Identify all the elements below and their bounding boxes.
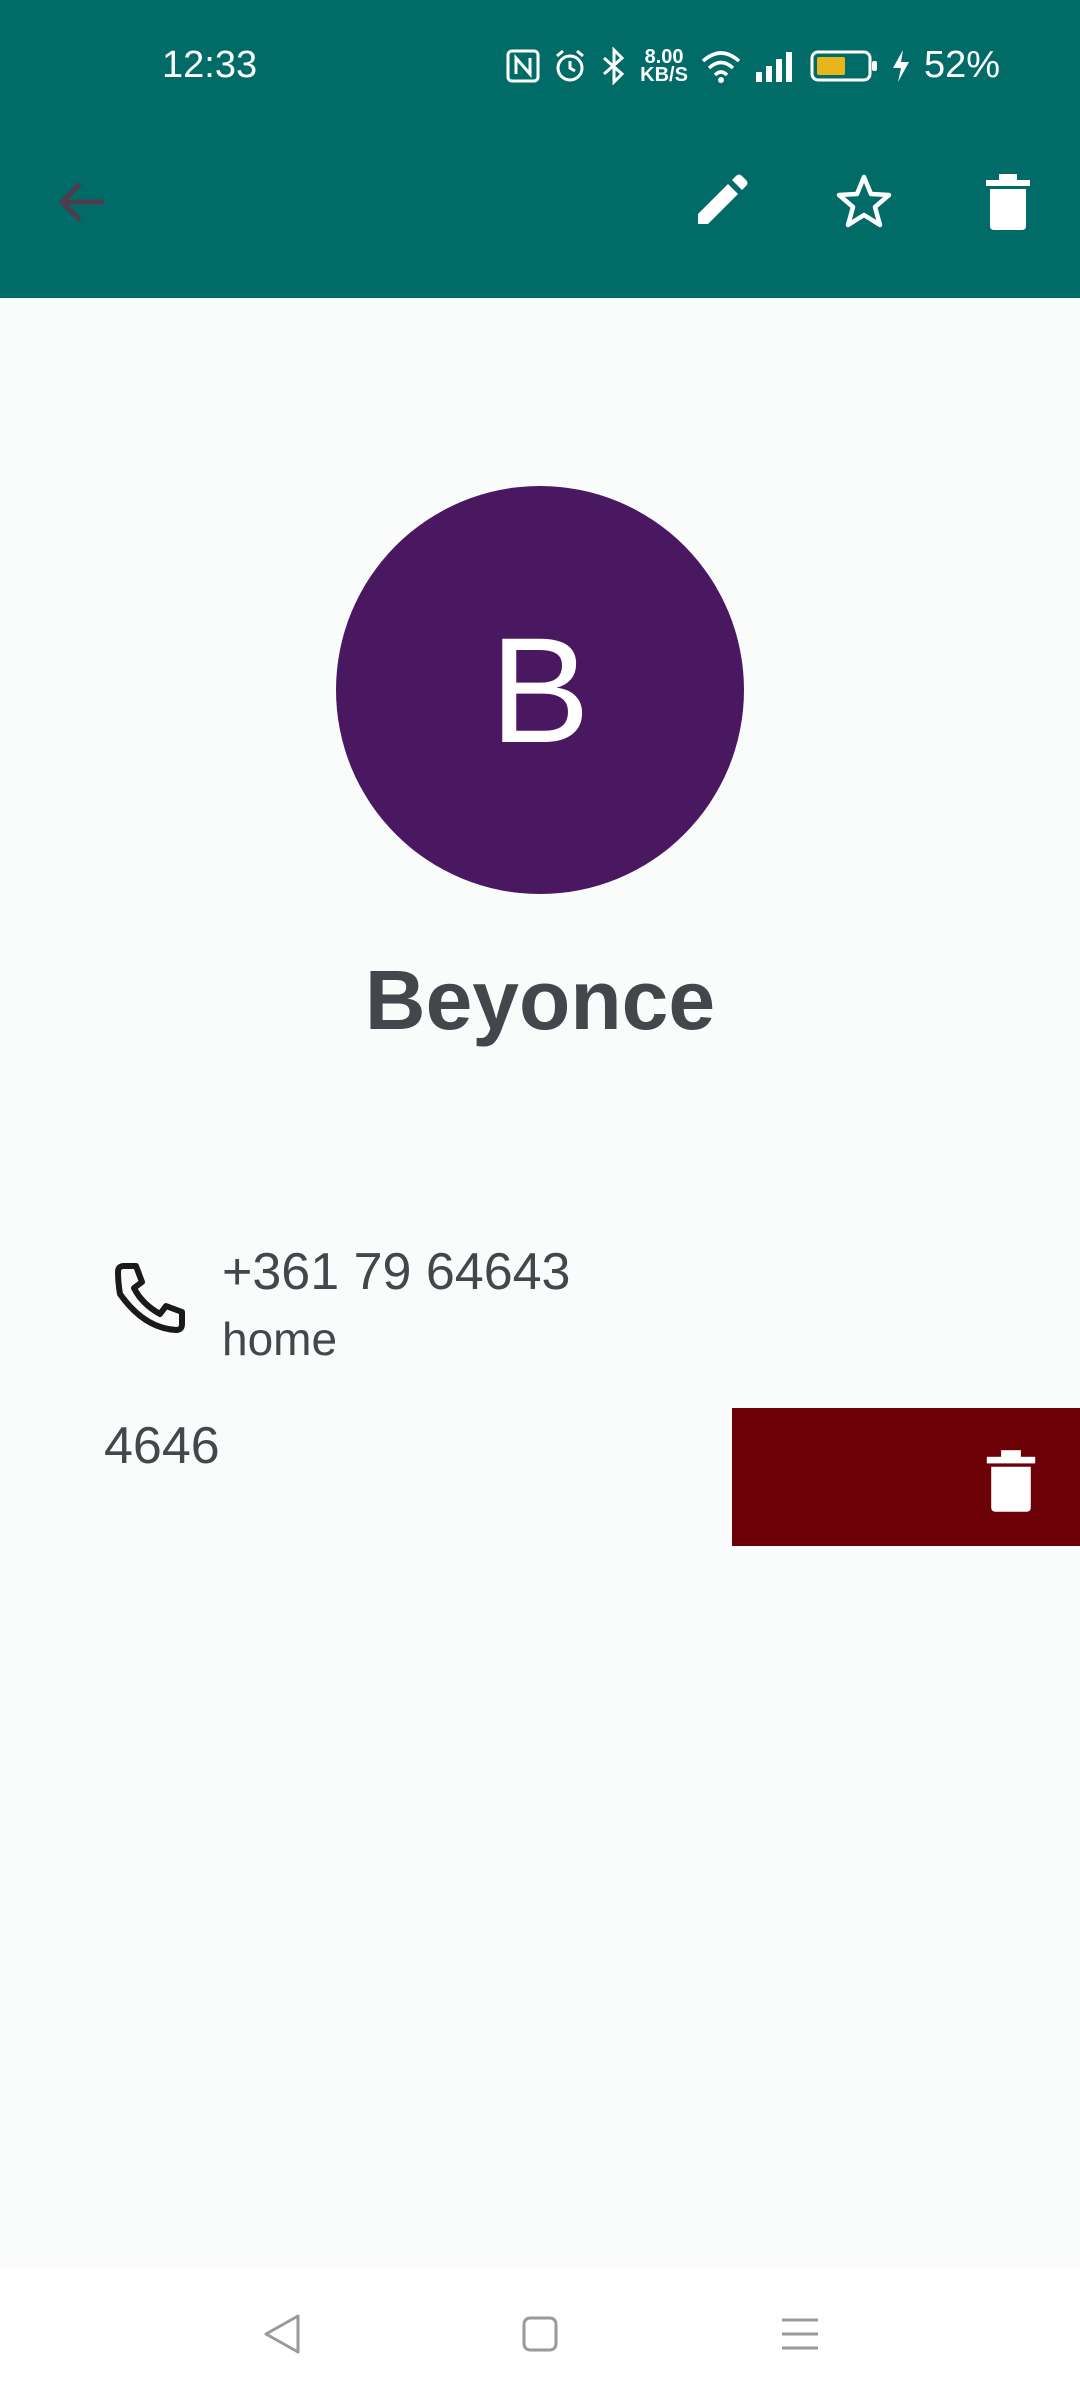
signal-icon xyxy=(754,50,798,82)
nav-back-icon xyxy=(264,2314,300,2354)
phone-number: +361 79 64643 xyxy=(222,1243,571,1301)
nav-back-button[interactable] xyxy=(244,2296,320,2372)
status-time: 12:33 xyxy=(162,44,258,86)
system-navigation-bar xyxy=(0,2268,1080,2400)
app-toolbar: 12:33 8.00 KB/S 52% xyxy=(0,0,1080,298)
nav-recents-button[interactable] xyxy=(762,2296,838,2372)
edit-pencil-icon xyxy=(698,174,748,224)
edit-contact-button[interactable] xyxy=(672,154,768,250)
battery-percent: 52% xyxy=(923,44,1000,86)
back-arrow-icon xyxy=(58,182,104,222)
net-speed-unit: KB/S xyxy=(640,63,688,86)
delete-contact-button[interactable] xyxy=(960,154,1056,250)
phone-icon xyxy=(115,1263,185,1333)
nav-home-button[interactable] xyxy=(502,2296,578,2372)
back-button[interactable] xyxy=(34,154,130,250)
net-speed: 8.00 KB/S xyxy=(640,45,688,86)
wifi-icon xyxy=(700,49,742,83)
trash-icon xyxy=(986,1450,1036,1512)
nfc-icon xyxy=(506,49,540,83)
battery-icon xyxy=(810,49,878,83)
swiped-phone-row[interactable]: 4646 xyxy=(0,1408,1080,1546)
bluetooth-icon xyxy=(600,46,628,85)
charging-icon xyxy=(890,48,912,84)
contact-name: Beyonce xyxy=(364,953,716,1047)
swipe-delete-action[interactable] xyxy=(732,1408,1080,1546)
nav-home-icon xyxy=(522,2316,558,2352)
avatar-initial: B xyxy=(489,605,591,774)
delete-trash-icon xyxy=(986,174,1030,230)
phone-type: home xyxy=(222,1313,338,1365)
phone-number-row[interactable]: +361 79 64643 home xyxy=(0,1230,1080,1390)
contact-avatar: B xyxy=(336,486,744,894)
swiped-phone-text: 4646 xyxy=(104,1417,220,1475)
favorite-button[interactable] xyxy=(816,154,912,250)
nav-recents-icon xyxy=(782,2318,818,2350)
star-outline-icon xyxy=(836,174,892,228)
alarm-icon xyxy=(552,48,588,84)
net-speed-value: 8.00 xyxy=(644,45,684,68)
status-icons: 8.00 KB/S 52% xyxy=(506,44,1000,87)
